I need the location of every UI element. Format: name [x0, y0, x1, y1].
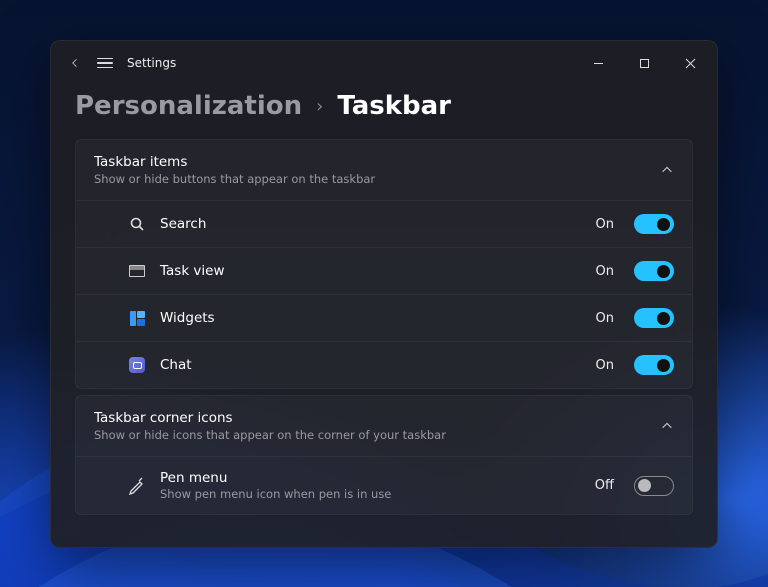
toggle-state-label: On: [596, 358, 614, 373]
setting-label: Chat: [160, 357, 582, 373]
close-button[interactable]: [667, 47, 713, 79]
nav-menu-button[interactable]: [97, 55, 113, 71]
chat-toggle[interactable]: [634, 355, 674, 375]
search-toggle[interactable]: [634, 214, 674, 234]
taskbar-corner-expander[interactable]: Taskbar corner icons Show or hide icons …: [76, 396, 692, 456]
chevron-up-icon: [660, 163, 674, 177]
breadcrumb-parent[interactable]: Personalization: [75, 91, 302, 121]
setting-row-search: Search On: [76, 200, 692, 247]
toggle-state-label: On: [596, 217, 614, 232]
taskview-icon: [128, 262, 146, 280]
section-subtitle: Show or hide buttons that appear on the …: [94, 172, 648, 186]
setting-label: Widgets: [160, 310, 582, 326]
chevron-right-icon: ›: [316, 96, 323, 117]
setting-row-taskview: Task view On: [76, 247, 692, 294]
pen-icon: [128, 477, 146, 495]
setting-row-chat: Chat On: [76, 341, 692, 388]
toggle-state-label: On: [596, 264, 614, 279]
toggle-state-label: On: [596, 311, 614, 326]
toggle-state-label: Off: [595, 478, 614, 493]
setting-row-penmenu: Pen menu Show pen menu icon when pen is …: [76, 456, 692, 514]
section-title: Taskbar corner icons: [94, 410, 648, 426]
back-button[interactable]: [67, 55, 83, 71]
taskbar-corner-icons-section: Taskbar corner icons Show or hide icons …: [75, 395, 693, 515]
maximize-button[interactable]: [621, 47, 667, 79]
setting-row-widgets: Widgets On: [76, 294, 692, 341]
setting-label: Task view: [160, 263, 582, 279]
minimize-button[interactable]: [575, 47, 621, 79]
taskview-toggle[interactable]: [634, 261, 674, 281]
search-icon: [128, 215, 146, 233]
widgets-icon: [128, 309, 146, 327]
setting-sublabel: Show pen menu icon when pen is in use: [160, 487, 581, 501]
widgets-toggle[interactable]: [634, 308, 674, 328]
taskbar-items-section: Taskbar items Show or hide buttons that …: [75, 139, 693, 389]
taskbar-items-expander[interactable]: Taskbar items Show or hide buttons that …: [76, 140, 692, 200]
section-subtitle: Show or hide icons that appear on the co…: [94, 428, 648, 442]
titlebar: Settings: [51, 41, 717, 85]
setting-label: Search: [160, 216, 582, 232]
breadcrumb: Personalization › Taskbar: [75, 85, 693, 139]
section-title: Taskbar items: [94, 154, 648, 170]
breadcrumb-current: Taskbar: [337, 91, 451, 121]
penmenu-toggle[interactable]: [634, 476, 674, 496]
app-title: Settings: [127, 56, 176, 70]
settings-window: Settings Personalization › Taskbar Taskb…: [50, 40, 718, 548]
setting-label: Pen menu: [160, 470, 581, 486]
chat-icon: [128, 356, 146, 374]
chevron-up-icon: [660, 419, 674, 433]
